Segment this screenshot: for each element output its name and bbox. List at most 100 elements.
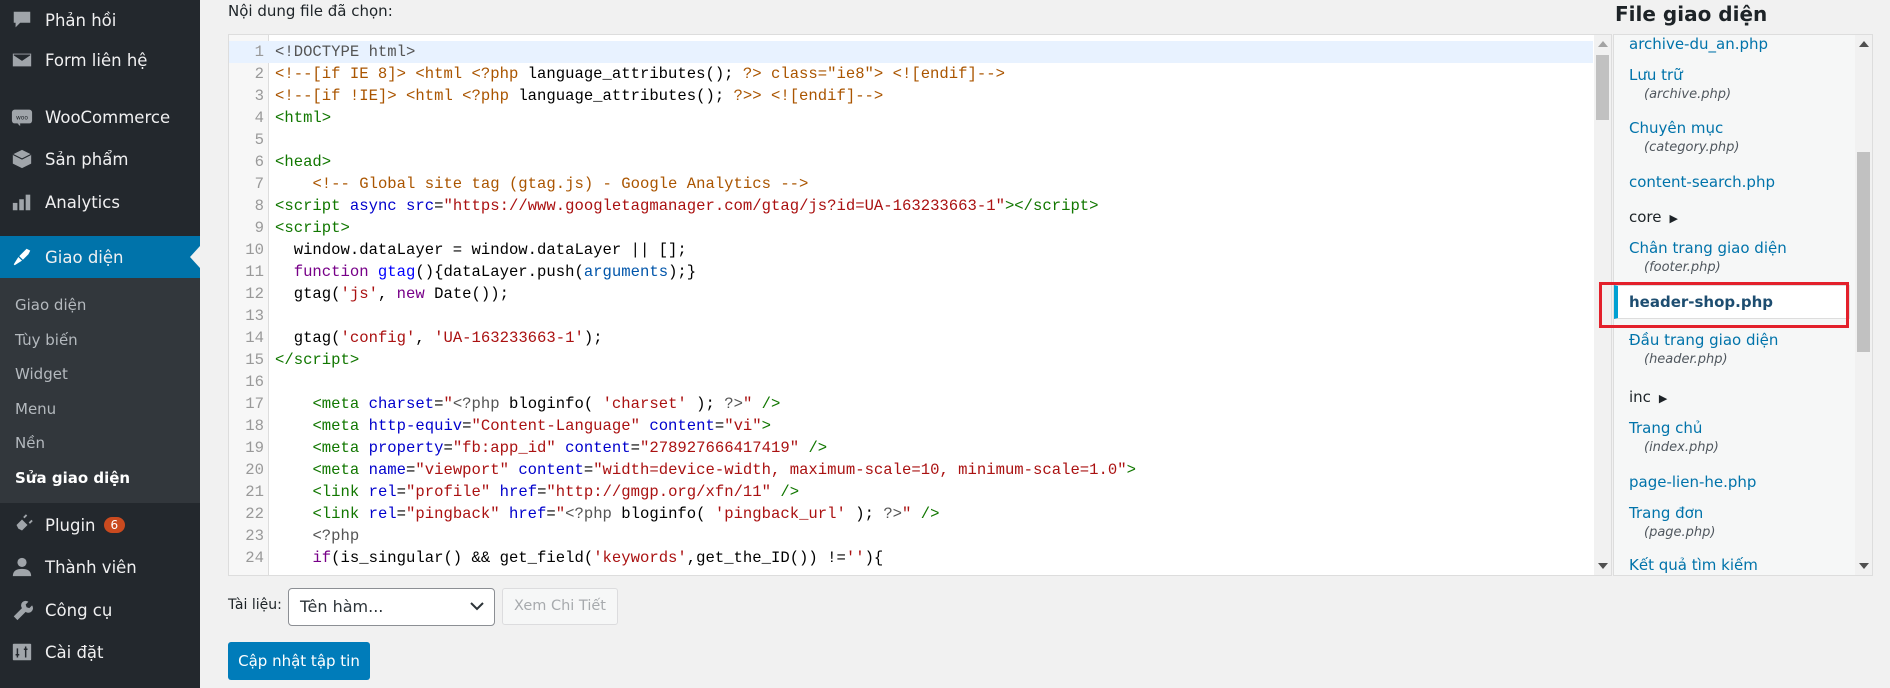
scroll-down-icon[interactable]	[1598, 563, 1608, 569]
scroll-up-icon[interactable]	[1598, 41, 1608, 47]
submenu-item[interactable]: Widget	[15, 365, 68, 383]
code-line[interactable]: 12 gtag('js', new Date());	[229, 283, 1593, 305]
code-line[interactable]: 15 </script>	[229, 349, 1593, 371]
code-line[interactable]: 19 <meta property="fb:app_id" content="2…	[229, 437, 1593, 459]
function-select[interactable]: Tên hàm...	[288, 588, 495, 626]
menu-item-7[interactable]: Thành viên	[0, 547, 200, 587]
submenu-item[interactable]: Tùy biến	[15, 331, 78, 349]
menu-item-9[interactable]: Cài đặt	[0, 632, 200, 672]
file-item[interactable]: Kết quả tìm kiếm	[1629, 556, 1758, 574]
menu-item-label: Công cụ	[45, 600, 113, 620]
code-token: =	[396, 483, 407, 501]
code-line[interactable]: 9 <script>	[229, 217, 1593, 239]
code-line[interactable]: 7 <!-- Global site tag (gtag.js) - Googl…	[229, 173, 1593, 195]
code-line[interactable]: 3 <!--[if !IE]> <html <?php language_attr…	[229, 85, 1593, 107]
code-line[interactable]: 13	[229, 305, 1593, 327]
code-token: name	[359, 461, 407, 479]
code-token: ></script>	[1004, 197, 1099, 215]
file-item[interactable]: Trang đơn (page.php)	[1629, 504, 1716, 540]
code-token: "http://gmgp.org/xfn/11"	[546, 483, 772, 501]
code-line[interactable]: 5	[229, 129, 1593, 151]
code-line[interactable]: 4 <html>	[229, 107, 1593, 129]
code-token: <head>	[275, 153, 332, 171]
code-line[interactable]: 16	[229, 371, 1593, 393]
code-line[interactable]: 14 gtag('config', 'UA-163233663-1');	[229, 327, 1593, 349]
code-token: ){	[864, 549, 884, 567]
code-line[interactable]: 2 <!--[if IE 8]> <html <?php language_att…	[229, 63, 1593, 85]
file-item[interactable]: Chân trang giao diện (footer.php)	[1629, 239, 1787, 275]
submenu-item[interactable]: Sửa giao diện	[15, 469, 130, 487]
menu-item-6[interactable]: Plugin 6	[0, 505, 200, 545]
code-line[interactable]: 24 if(is_singular() && get_field('keywor…	[229, 547, 1593, 569]
code-line[interactable]: 10 window.dataLayer = window.dataLayer |…	[229, 239, 1593, 261]
file-item[interactable]: Đầu trang giao diện (header.php)	[1629, 331, 1778, 367]
code-token: <link	[312, 483, 360, 501]
folder-item[interactable]: inc ▶	[1629, 388, 1667, 406]
scroll-up-icon[interactable]	[1859, 41, 1869, 47]
line-number: 19	[245, 439, 264, 457]
file-item[interactable]: Lưu trữ (archive.php)	[1629, 66, 1731, 102]
menu-item-2[interactable]: woo WooCommerce	[0, 97, 200, 137]
code-line[interactable]: 20 <meta name="viewport" content="width=…	[229, 459, 1593, 481]
submenu-item[interactable]: Giao diện	[15, 296, 86, 314]
code-token: "	[742, 395, 753, 413]
editor-scroll-thumb[interactable]	[1596, 55, 1609, 120]
code-line[interactable]: 11 function gtag(){dataLayer.push(argume…	[229, 261, 1593, 283]
update-file-button[interactable]: Cập nhật tập tin	[228, 642, 370, 680]
line-number: 18	[245, 417, 264, 435]
code-token: );	[583, 329, 603, 347]
file-list-scroll-thumb[interactable]	[1857, 152, 1870, 352]
code-line[interactable]: 23 <?php	[229, 525, 1593, 547]
menu-item-0[interactable]: Phản hồi	[0, 0, 200, 40]
code-token: ''	[845, 549, 865, 567]
code-line[interactable]: 17 <meta charset="<?php bloginfo( 'chars…	[229, 393, 1593, 415]
docs-label: Tài liệu:	[228, 597, 282, 613]
file-item[interactable]: Trang chủ (index.php)	[1629, 419, 1719, 455]
code-text: <html>	[275, 107, 331, 129]
code-token: Date());	[424, 285, 509, 303]
code-token: if	[312, 549, 332, 567]
code-token: >	[761, 417, 772, 435]
code-line[interactable]: 18 <meta http-equiv="Content-Language" c…	[229, 415, 1593, 437]
menu-item-4[interactable]: Analytics	[0, 182, 200, 222]
code-line[interactable]: 6 <head>	[229, 151, 1593, 173]
code-text: <script>	[275, 217, 350, 239]
code-line[interactable]: 21 <link rel="profile" href="http://gmgp…	[229, 481, 1593, 503]
menu-item-label: Cài đặt	[45, 642, 104, 662]
submenu-item[interactable]: Nền	[15, 434, 45, 452]
file-item[interactable]: page-lien-he.php	[1629, 473, 1756, 491]
folder-item[interactable]: core ▶	[1629, 208, 1678, 226]
line-number: 23	[245, 527, 264, 545]
menu-item-8[interactable]: Công cụ	[0, 590, 200, 630]
submenu-item[interactable]: Menu	[15, 400, 56, 418]
code-token: =	[714, 417, 725, 435]
code-text: <meta name="viewport" content="width=dev…	[275, 459, 1136, 481]
file-item[interactable]: content-search.php	[1629, 173, 1775, 191]
code-lines[interactable]: 1 <!DOCTYPE html> 2 <!--[if IE 8]> <html <?…	[229, 41, 1593, 569]
code-token: </script>	[275, 351, 360, 369]
menu-item-1[interactable]: Form liên hệ	[0, 40, 200, 80]
file-item[interactable]: archive-du_an.php	[1629, 35, 1768, 53]
code-token: ?> class="ie8"> <![endif]-->	[733, 65, 1005, 83]
code-token: gtag	[368, 263, 416, 281]
view-details-button[interactable]: Xem Chi Tiết	[502, 588, 618, 625]
code-token: ,get_the_ID()) !=	[686, 549, 846, 567]
code-text: <!DOCTYPE html>	[275, 41, 415, 63]
code-token: 'keywords'	[593, 549, 687, 567]
code-editor[interactable]: 1 <!DOCTYPE html> 2 <!--[if IE 8]> <html <?…	[228, 34, 1612, 576]
scroll-down-icon[interactable]	[1859, 563, 1869, 569]
code-token: =	[462, 417, 472, 435]
menu-item-3[interactable]: Sản phẩm	[0, 139, 200, 179]
code-line[interactable]: 22 <link rel="pingback" href="<?php blog…	[229, 503, 1593, 525]
file-item[interactable]: Chuyên mục (category.php)	[1629, 119, 1739, 155]
code-line[interactable]: 8 <script async src="https://www.googleta…	[229, 195, 1593, 217]
code-line[interactable]: 1 <!DOCTYPE html>	[229, 41, 1593, 63]
svg-text:woo: woo	[16, 114, 28, 121]
code-token: 'UA-163233663-1'	[434, 329, 584, 347]
menu-item-5[interactable]: Giao diện	[0, 236, 200, 278]
file-list-scrollbar[interactable]	[1855, 35, 1872, 575]
code-token: >	[1126, 461, 1136, 479]
menu-item-label: Phản hồi	[45, 10, 117, 30]
